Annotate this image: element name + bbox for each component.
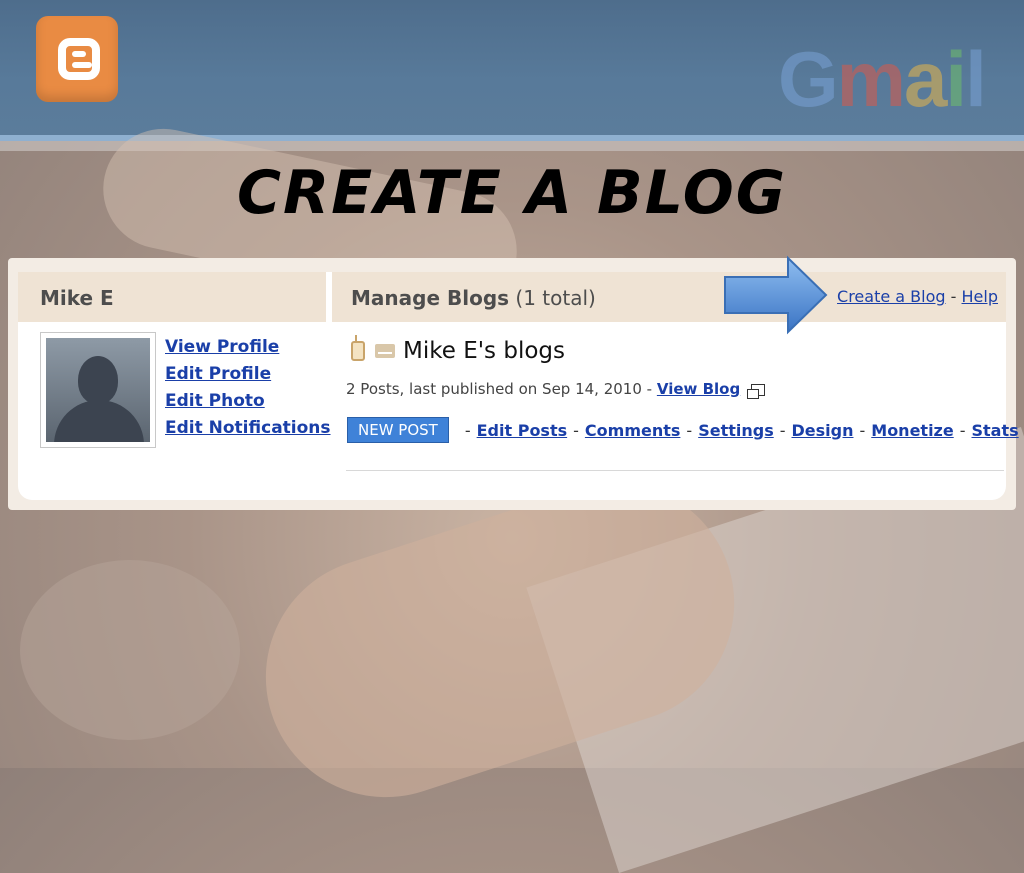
browser-banner: Gmail: [0, 0, 1024, 141]
gmail-logo: Gmail: [778, 35, 987, 123]
comments-link[interactable]: Comments: [585, 421, 681, 440]
profile-links: View Profile Edit Profile Edit Photo Edi…: [165, 334, 331, 442]
header-links: Create a Blog - Help: [837, 287, 998, 306]
settings-link[interactable]: Settings: [698, 421, 774, 440]
profile-name: Mike E: [40, 286, 114, 310]
new-post-button[interactable]: NEW POST: [347, 417, 449, 443]
external-window-icon: [747, 383, 765, 399]
manage-blogs-heading: Manage Blogs (1 total): [351, 286, 596, 310]
blog-count: (1 total): [515, 286, 596, 310]
edit-posts-link[interactable]: Edit Posts: [477, 421, 568, 440]
avatar-silhouette-icon: [46, 338, 150, 442]
separator: -: [859, 420, 866, 440]
stats-link[interactable]: Stats: [972, 421, 1019, 440]
edit-photo-link[interactable]: Edit Photo: [165, 391, 265, 411]
create-blog-link[interactable]: Create a Blog: [837, 287, 946, 306]
mobile-phone-icon[interactable]: [351, 335, 365, 361]
blogger-logo-icon: [36, 16, 118, 102]
blog-title-row: Mike E's blogs: [351, 335, 565, 364]
edit-notifications-link[interactable]: Edit Notifications: [165, 418, 331, 438]
view-blog-link[interactable]: View Blog: [657, 380, 740, 398]
separator: -: [464, 420, 471, 440]
divider: [346, 470, 1004, 471]
design-link[interactable]: Design: [792, 421, 854, 440]
manage-blogs-label: Manage Blogs: [351, 286, 510, 310]
separator: -: [779, 420, 786, 440]
slide-title: CREATE A BLOG: [236, 158, 788, 228]
blog-meta-text: 2 Posts, last published on Sep 14, 2010 …: [346, 380, 653, 398]
blogger-dashboard-panel: Mike E Manage Blogs (1 total) Create a B…: [8, 258, 1019, 510]
background-camera: [20, 560, 240, 740]
blog-meta: 2 Posts, last published on Sep 14, 2010 …: [346, 380, 765, 399]
blog-name: Mike E's blogs: [403, 338, 565, 364]
edit-profile-link[interactable]: Edit Profile: [165, 364, 271, 384]
separator: -: [686, 420, 693, 440]
avatar[interactable]: [40, 332, 156, 448]
link-separator: -: [950, 287, 957, 306]
right-arrow-icon: [724, 255, 828, 335]
separator: -: [959, 420, 966, 440]
view-profile-link[interactable]: View Profile: [165, 337, 279, 357]
envelope-icon[interactable]: [375, 344, 395, 358]
blog-actions: NEW POST - Edit Posts - Comments - Setti…: [347, 417, 1019, 443]
separator: -: [573, 420, 579, 440]
monetize-link[interactable]: Monetize: [871, 421, 953, 440]
help-link[interactable]: Help: [962, 287, 998, 306]
